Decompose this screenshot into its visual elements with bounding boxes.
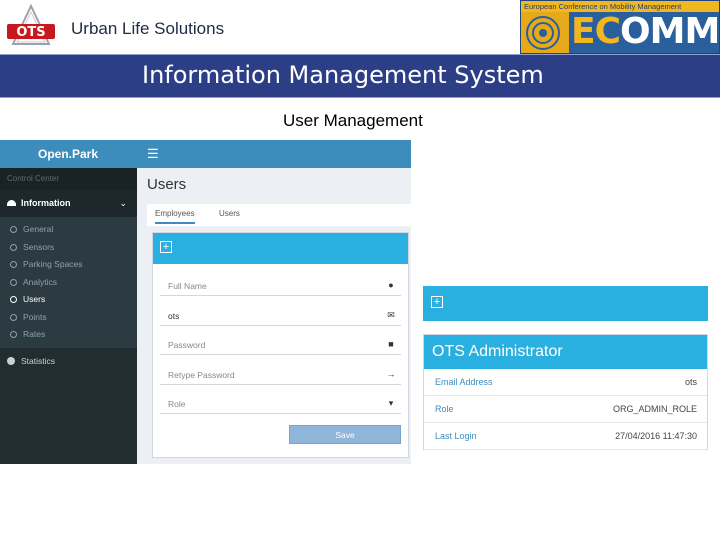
- app-content: Users Employees Users + Full Name ● ots …: [137, 168, 411, 464]
- brand-name: Urban Life Solutions: [71, 19, 225, 38]
- password-placeholder: Password: [168, 340, 206, 350]
- slide: OTS Urban Life Solutions European Confer…: [0, 0, 720, 540]
- ecomm-prefix: EC: [571, 11, 621, 52]
- sidebar-section-information[interactable]: Information ⌄: [0, 190, 137, 217]
- full-name-placeholder: Full Name: [168, 281, 207, 291]
- user-profile-card: OTS Administrator Email Address ots Role…: [423, 334, 708, 450]
- circle-icon: [10, 313, 17, 321]
- sidebar-item-label: General: [23, 224, 54, 234]
- new-user-form: + Full Name ● ots ✉ Password ■ Retype Pa…: [152, 232, 409, 458]
- save-button[interactable]: Save: [289, 425, 401, 444]
- hamburger-menu-icon[interactable]: ☰: [147, 146, 159, 161]
- plus-square-icon[interactable]: +: [431, 296, 443, 308]
- app-sidebar: Open.Park Control Center Information ⌄ G…: [0, 140, 137, 464]
- sidebar-item-analytics[interactable]: Analytics: [0, 274, 137, 292]
- sidebar-item-label: Rates: [23, 329, 46, 339]
- circle-icon: [10, 296, 17, 303]
- profile-row-last-login: Last Login 27/04/2016 11:47:30: [424, 423, 707, 450]
- profile-value: ots: [684, 377, 697, 387]
- form-card-header: +: [153, 233, 408, 264]
- profile-key: Role: [435, 404, 454, 414]
- sidebar-item-label: Parking Spaces: [23, 259, 83, 269]
- add-panel-header: +: [423, 286, 708, 321]
- profile-value: 27/04/2016 11:47:30: [615, 431, 697, 441]
- ecomm-globe-icon: [521, 12, 569, 53]
- password-input[interactable]: Password ■: [160, 335, 401, 355]
- email-input[interactable]: ots ✉: [160, 306, 401, 326]
- user-icon: ●: [388, 280, 394, 290]
- sidebar-sub-menu: General Sensors Parking Spaces Analytics…: [0, 217, 137, 348]
- circle-icon: [10, 278, 17, 286]
- circle-icon: [10, 261, 17, 268]
- sidebar-item-points[interactable]: Points: [0, 309, 137, 327]
- chevron-down-icon: ⌄: [119, 198, 127, 208]
- role-placeholder: Role: [168, 399, 186, 409]
- slide-title: Information Management System: [142, 61, 544, 89]
- title-bar: Information Management System: [0, 54, 720, 98]
- profile-key: Last Login: [435, 431, 477, 441]
- tab-users[interactable]: Users: [219, 209, 240, 218]
- slide-subtitle: User Management: [283, 111, 423, 130]
- ecomm-logo: European Conference on Mobility Manageme…: [520, 0, 720, 54]
- content-header: Users: [137, 168, 411, 202]
- sidebar-item-general[interactable]: General: [0, 221, 137, 239]
- circle-icon: [10, 226, 17, 233]
- sidebar-item-label: Analytics: [23, 276, 58, 287]
- profile-value: ORG_ADMIN_ROLE: [612, 404, 697, 414]
- ots-logo: OTS: [5, 3, 57, 46]
- profile-name: OTS Administrator: [424, 335, 707, 369]
- sidebar-item-users[interactable]: Users: [0, 291, 137, 309]
- role-select[interactable]: Role ▾: [160, 394, 401, 414]
- sidebar-item-statistics[interactable]: Statistics: [0, 348, 137, 374]
- retype-password-input[interactable]: Retype Password →: [160, 365, 401, 385]
- email-value: ots: [168, 311, 180, 321]
- retype-password-placeholder: Retype Password: [168, 370, 235, 380]
- lock-icon: ■: [388, 339, 394, 349]
- sidebar-item-sensors[interactable]: Sensors: [0, 239, 137, 257]
- profile-row-email: Email Address ots: [424, 369, 707, 396]
- profile-key: Email Address: [435, 377, 493, 387]
- ots-logo-text: OTS: [16, 25, 45, 40]
- sidebar-caption: Control Center: [0, 168, 137, 190]
- sidebar-item-parking-spaces[interactable]: Parking Spaces: [0, 256, 137, 274]
- plus-square-icon[interactable]: +: [160, 241, 172, 253]
- circle-icon: [10, 243, 17, 251]
- sidebar-item-label: Users: [23, 294, 46, 304]
- page-title: Users: [147, 176, 187, 193]
- sign-in-icon: →: [386, 369, 396, 379]
- tab-employees[interactable]: Employees: [155, 209, 195, 224]
- dashboard-icon: [7, 200, 16, 206]
- caret-down-icon: ▾: [388, 398, 394, 408]
- app-name[interactable]: Open.Park: [0, 140, 137, 168]
- app-topbar: ☰: [137, 140, 411, 168]
- envelope-icon: ✉: [387, 310, 395, 320]
- sidebar-item-label: Sensors: [23, 241, 55, 252]
- sidebar-item-label: Statistics: [21, 355, 56, 366]
- full-name-input[interactable]: Full Name ●: [160, 276, 401, 296]
- ecomm-suffix: OMM: [620, 11, 720, 52]
- profile-row-role: Role ORG_ADMIN_ROLE: [424, 396, 707, 423]
- pie-chart-icon: [7, 356, 15, 365]
- sidebar-item-rates[interactable]: Rates: [0, 326, 137, 344]
- sidebar-section-label: Information: [21, 198, 71, 208]
- ecomm-wordmark: ECOMM: [571, 11, 720, 53]
- sidebar-item-label: Points: [23, 311, 47, 322]
- tab-bar: Employees Users: [147, 204, 411, 226]
- circle-icon: [10, 331, 17, 338]
